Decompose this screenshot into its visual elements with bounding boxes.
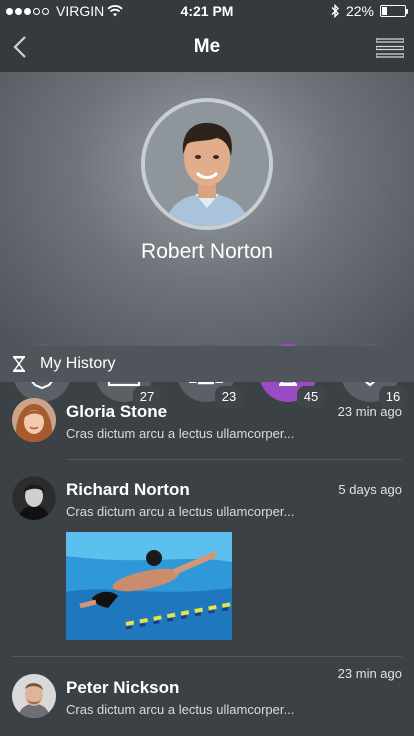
list-item[interactable]: Gloria Stone 23 min ago Cras dictum arcu… <box>0 382 414 460</box>
item-name: Richard Norton <box>66 480 190 499</box>
app-screen: VIRGIN 4:21 PM 22% Me Robert Norton 27 2… <box>0 0 414 736</box>
avatar[interactable] <box>12 476 56 520</box>
profile-avatar[interactable] <box>141 98 273 230</box>
item-time: 23 min ago <box>337 666 402 681</box>
navigation-bar: Me <box>0 22 414 72</box>
hourglass-icon <box>13 356 25 372</box>
item-time: 23 min ago <box>337 404 402 419</box>
item-name: Peter Nickson <box>66 678 180 697</box>
profile-header: Robert Norton 27 23 45 16 <box>0 72 414 408</box>
avatar-portrait <box>12 476 56 520</box>
avatar[interactable] <box>12 674 56 718</box>
menu-button[interactable] <box>376 38 404 58</box>
avatar-portrait <box>12 674 56 718</box>
list-item[interactable]: Richard Norton 5 days ago Cras dictum ar… <box>0 460 414 658</box>
status-right: 22% <box>330 3 408 19</box>
battery-icon <box>380 5 408 17</box>
status-bar: VIRGIN 4:21 PM 22% <box>0 0 414 22</box>
item-message: Cras dictum arcu a lectus ullamcorper... <box>66 426 295 441</box>
item-time: 5 days ago <box>338 482 402 497</box>
avatar[interactable] <box>12 398 56 442</box>
top-bar: VIRGIN 4:21 PM 22% Me <box>0 0 414 72</box>
item-message: Cras dictum arcu a lectus ullamcorper... <box>66 504 295 519</box>
post-image[interactable] <box>66 532 232 640</box>
item-message: Cras dictum arcu a lectus ullamcorper... <box>66 702 295 717</box>
section-title: My History <box>40 355 116 372</box>
profile-name: Robert Norton <box>141 240 273 263</box>
swimmer-photo <box>66 532 232 640</box>
item-name: Gloria Stone <box>66 402 168 421</box>
avatar-portrait <box>145 102 269 226</box>
avatar-portrait <box>12 398 56 442</box>
page-title: Me <box>193 36 221 57</box>
list-item[interactable]: Peter Nickson 23 min ago Cras dictum arc… <box>0 658 414 736</box>
battery-percent: 22% <box>345 3 374 19</box>
bluetooth-icon <box>331 4 339 18</box>
history-section-header: My History <box>0 346 414 382</box>
divider <box>12 656 402 657</box>
